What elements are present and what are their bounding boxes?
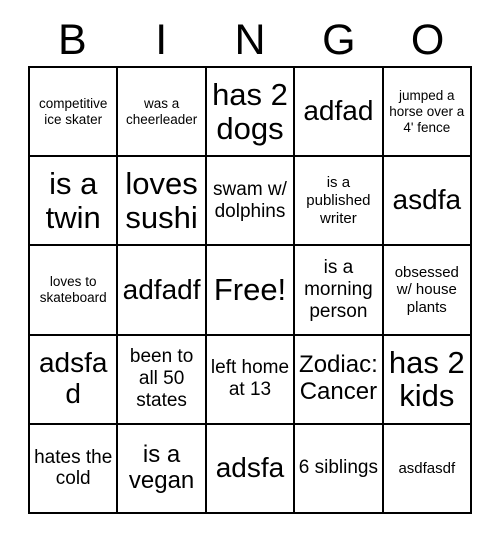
- bingo-cell-o2[interactable]: asdfa: [383, 157, 472, 247]
- bingo-cell-i3[interactable]: adfadf: [118, 246, 207, 336]
- bingo-cell-g3[interactable]: is a morning person: [295, 246, 384, 336]
- bingo-cell-text: Zodiac: Cancer: [299, 351, 378, 406]
- header-letter-o: O: [410, 15, 445, 64]
- bingo-cell-text: adsfad: [38, 347, 108, 410]
- bingo-cell-i1[interactable]: was a cheerleader: [118, 68, 207, 158]
- bingo-cell-text: swam w/ dolphins: [213, 178, 287, 222]
- bingo-cell-g2[interactable]: is a published writer: [295, 157, 384, 247]
- bingo-cell-b3[interactable]: loves to skateboard: [30, 246, 119, 336]
- bingo-cell-o4[interactable]: has 2 kids: [383, 335, 472, 425]
- bingo-cell-b2[interactable]: is a twin: [30, 157, 119, 247]
- bingo-cell-text: is a morning person: [304, 257, 373, 322]
- bingo-cell-b1[interactable]: competitive ice skater: [30, 68, 119, 158]
- bingo-cell-text: 6 siblings: [298, 457, 378, 479]
- bingo-cell-text: asdfasdf: [398, 459, 456, 477]
- bingo-cell-b4[interactable]: adsfad: [30, 335, 119, 425]
- bingo-cell-i2[interactable]: loves sushi: [118, 157, 207, 247]
- bingo-cell-o5[interactable]: asdfasdf: [383, 424, 472, 514]
- bingo-cell-text: is a published writer: [306, 174, 371, 227]
- bingo-cell-n2[interactable]: swam w/ dolphins: [206, 157, 296, 247]
- bingo-cell-text: asdfa: [392, 184, 462, 216]
- bingo-cell-n4[interactable]: left home at 13: [206, 335, 296, 425]
- bingo-cell-i5[interactable]: is a vegan: [118, 424, 207, 514]
- bingo-cell-text: loves to skateboard: [39, 274, 107, 305]
- bingo-cell-o1[interactable]: jumped a horse over a 4' fence: [383, 68, 472, 158]
- bingo-cell-text: adfad: [303, 95, 374, 127]
- bingo-cell-text: obsessed w/ house plants: [394, 263, 459, 316]
- bingo-cell-o3[interactable]: obsessed w/ house plants: [383, 246, 472, 336]
- header-letter-i: I: [155, 15, 168, 64]
- bingo-cell-text: adsfa: [215, 451, 285, 483]
- bingo-cell-text: adfadf: [122, 273, 201, 305]
- bingo-cell-g1[interactable]: adfad: [295, 68, 384, 158]
- bingo-cell-text: is a vegan: [128, 440, 195, 495]
- bingo-cell-free-space[interactable]: Free!: [206, 246, 296, 336]
- bingo-cell-text: loves sushi: [125, 166, 198, 235]
- bingo-grid: competitive ice skater was a cheerleader…: [28, 66, 472, 514]
- bingo-cell-text: left home at 13: [210, 357, 290, 401]
- bingo-cell-text: competitive ice skater: [39, 95, 108, 127]
- bingo-cell-g4[interactable]: Zodiac: Cancer: [295, 335, 384, 425]
- bingo-header-row: B I N G O: [28, 14, 472, 66]
- bingo-cell-text: is a twin: [45, 166, 101, 235]
- header-letter-g: G: [322, 15, 356, 64]
- bingo-cell-text: hates the cold: [34, 446, 113, 490]
- bingo-card: B I N G O competitive ice skater was a c…: [0, 0, 500, 544]
- bingo-cell-b5[interactable]: hates the cold: [30, 424, 119, 514]
- header-letter-n: N: [234, 15, 266, 64]
- header-letter-b: B: [58, 15, 87, 64]
- bingo-cell-text: been to all 50 states: [129, 346, 194, 412]
- bingo-cell-i4[interactable]: been to all 50 states: [118, 335, 207, 425]
- bingo-cell-g5[interactable]: 6 siblings: [295, 424, 384, 514]
- bingo-cell-text: has 2 dogs: [212, 77, 288, 146]
- bingo-cell-text: jumped a horse over a 4' fence: [389, 87, 465, 135]
- bingo-cell-text: was a cheerleader: [125, 95, 198, 127]
- bingo-cell-n5[interactable]: adsfa: [206, 424, 296, 514]
- bingo-cell-text: has 2 kids: [388, 344, 465, 414]
- free-space-label: Free!: [213, 272, 287, 308]
- bingo-cell-n1[interactable]: has 2 dogs: [206, 68, 296, 158]
